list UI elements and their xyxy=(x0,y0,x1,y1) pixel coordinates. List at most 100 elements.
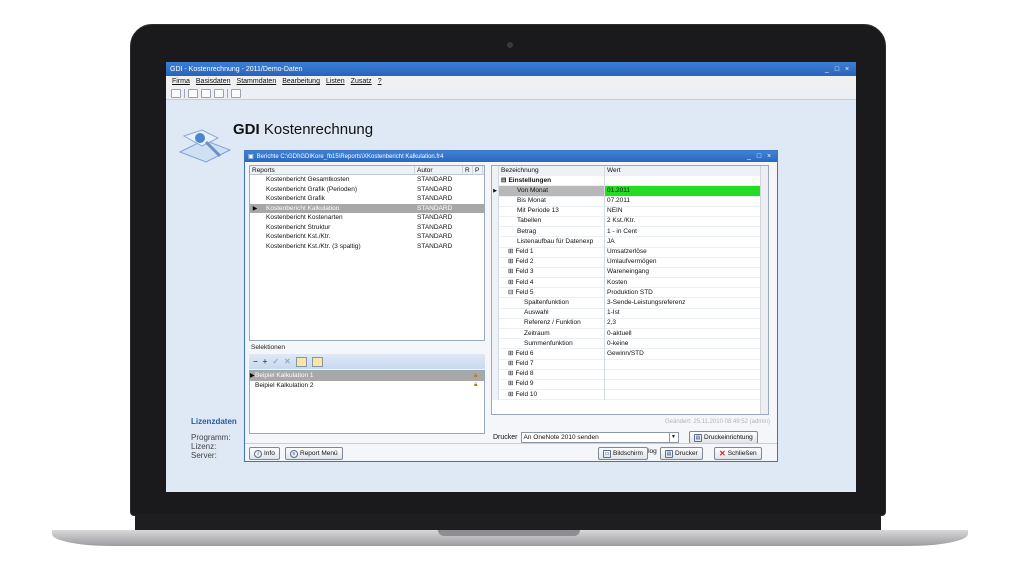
property-value[interactable] xyxy=(605,390,768,400)
expander-icon[interactable]: ⊞ xyxy=(508,391,513,398)
property-value[interactable]: Umsatzerlöse xyxy=(605,247,768,257)
property-value[interactable]: NEIN xyxy=(605,206,768,216)
property-value[interactable]: Gewinn/STD xyxy=(605,349,768,359)
bildschirm-button[interactable]: ▭ Bildschirm xyxy=(598,447,648,460)
dialog-close-button[interactable]: × xyxy=(764,153,774,160)
property-value[interactable]: 3-Sende-Leistungsreferenz xyxy=(605,298,768,308)
report-menu-button[interactable]: ≡ Report Menü xyxy=(285,447,343,460)
report-row[interactable]: ▶ Kostenbericht Kalkulation STANDARD xyxy=(250,203,484,213)
property-value[interactable] xyxy=(605,176,768,186)
expander-icon[interactable]: ⊞ xyxy=(508,350,513,357)
confirm-icon[interactable]: ✓ xyxy=(272,357,279,366)
property-value[interactable]: 2 Kst./Ktr. xyxy=(605,216,768,226)
property-value[interactable]: Produktion STD xyxy=(605,288,768,298)
property-row[interactable]: ⊞ Feld 4 Kosten xyxy=(492,277,768,289)
toolbar-window-icon[interactable] xyxy=(214,88,224,98)
property-row[interactable]: ⊞ Feld 6 Gewinn/STD xyxy=(492,348,768,360)
property-row[interactable]: Spaltenfunktion 3-Sende-Leistungsreferenz xyxy=(492,297,768,309)
properties-scrollbar[interactable] xyxy=(760,166,768,414)
property-value[interactable]: 01.2011 xyxy=(605,185,768,197)
property-value[interactable]: 0-aktuell xyxy=(605,329,768,339)
menu-firma[interactable]: Firma xyxy=(172,78,190,85)
property-value[interactable]: Kosten xyxy=(605,278,768,288)
expander-icon[interactable]: ⊞ xyxy=(508,279,513,286)
property-value[interactable]: 0-keine xyxy=(605,339,768,349)
property-value[interactable]: 1-Ist xyxy=(605,308,768,318)
expander-icon[interactable]: ⊞ xyxy=(508,248,513,255)
report-row[interactable]: Kostenbericht Gesamtkosten STANDARD xyxy=(250,175,484,185)
add-icon[interactable]: + xyxy=(263,357,268,366)
dialog-maximize-button[interactable]: □ xyxy=(754,153,764,160)
menu-listen[interactable]: Listen xyxy=(326,78,345,85)
toolbar-new-icon[interactable] xyxy=(171,88,181,98)
toolbar-tools-icon[interactable] xyxy=(201,88,211,98)
menu-help[interactable]: ? xyxy=(378,78,382,85)
menu-bearbeitung[interactable]: Bearbeitung xyxy=(282,78,320,85)
property-row[interactable]: ⊞ Feld 9 xyxy=(492,379,768,391)
toolbar-save-icon[interactable] xyxy=(188,88,198,98)
selektion-row[interactable]: Beipiel Kalkulation 2 🔒︎ xyxy=(250,381,484,391)
dialog-minimize-button[interactable]: _ xyxy=(744,153,754,160)
report-row[interactable]: Kostenbericht Kostenarten STANDARD xyxy=(250,213,484,223)
property-value[interactable]: 07.2011 xyxy=(605,196,768,206)
property-row[interactable]: ⊞ Feld 7 xyxy=(492,359,768,370)
expander-icon[interactable]: ⊟ xyxy=(501,177,506,184)
menu-basisdaten[interactable]: Basisdaten xyxy=(196,78,231,85)
property-row[interactable]: ⊞ Feld 10 xyxy=(492,389,768,401)
report-row[interactable]: Kostenbericht Kst./Ktr. STANDARD xyxy=(250,232,484,242)
property-row[interactable]: ▶ Von Monat 01.2011 xyxy=(492,185,768,197)
expander-icon[interactable]: ⊞ xyxy=(508,380,513,387)
expander-icon[interactable]: ⊞ xyxy=(508,268,513,275)
property-value[interactable]: Umlaufvermögen xyxy=(605,257,768,267)
property-row[interactable]: ⊞ Feld 8 xyxy=(492,369,768,380)
expander-icon[interactable]: ⊟ xyxy=(508,289,513,296)
drucker-button[interactable]: ▤ Drucker xyxy=(660,447,703,460)
col-wert[interactable]: Wert xyxy=(605,166,768,176)
col-autor[interactable]: Autor xyxy=(415,165,463,175)
property-row[interactable]: Auswahl 1-Ist xyxy=(492,308,768,319)
schliessen-button[interactable]: ✕ Schließen xyxy=(714,447,762,460)
property-row[interactable]: Betrag 1 - in Cent xyxy=(492,226,768,238)
menu-stammdaten[interactable]: Stammdaten xyxy=(237,78,277,85)
report-row[interactable]: Kostenbericht Kst./Ktr. (3 spaltig) STAND… xyxy=(250,242,484,252)
expander-icon[interactable]: ⊞ xyxy=(508,370,513,377)
col-bezeichnung[interactable]: Bezeichnung xyxy=(499,166,605,176)
property-value[interactable]: Wareneingang xyxy=(605,267,768,277)
property-row[interactable]: Mit Periode 13 NEIN xyxy=(492,206,768,217)
report-row[interactable]: Kostenbericht Grafik STANDARD xyxy=(250,194,484,204)
maximize-button[interactable]: □ xyxy=(832,66,842,73)
folder-save-icon[interactable] xyxy=(311,356,323,367)
info-button[interactable]: i Info xyxy=(249,447,280,460)
menu-zusatz[interactable]: Zusatz xyxy=(351,78,372,85)
property-row[interactable]: ⊞ Feld 2 Umlaufvermögen xyxy=(492,257,768,268)
property-row[interactable]: Referenz / Funktion 2,3 xyxy=(492,318,768,329)
property-value[interactable]: 2,3 xyxy=(605,318,768,328)
property-row[interactable]: ⊞ Feld 1 Umsatzerlöse xyxy=(492,247,768,258)
minimize-button[interactable]: _ xyxy=(822,66,832,73)
col-r[interactable]: R xyxy=(463,165,473,175)
property-row[interactable]: Zeitraum 0-aktuell xyxy=(492,328,768,340)
chevron-down-icon[interactable]: ▼ xyxy=(668,433,678,442)
property-value[interactable] xyxy=(605,379,768,389)
printer-select[interactable]: An OneNote 2010 senden ▼ xyxy=(520,432,679,443)
col-p[interactable]: P xyxy=(473,165,483,175)
report-row[interactable]: Kostenbericht Grafik (Perioden) STANDARD xyxy=(250,185,484,195)
close-button[interactable]: × xyxy=(842,66,852,73)
property-value[interactable] xyxy=(605,369,768,379)
property-row[interactable]: ⊟ Einstellungen xyxy=(492,175,768,187)
property-value[interactable] xyxy=(605,359,768,369)
expander-icon[interactable]: ⊞ xyxy=(508,360,513,367)
remove-icon[interactable]: − xyxy=(253,357,258,366)
report-row[interactable]: Kostenbericht Struktur STANDARD xyxy=(250,223,484,233)
property-value[interactable]: JA xyxy=(605,237,768,247)
property-row[interactable]: ⊟ Feld 5 Produktion STD xyxy=(492,287,768,299)
expander-icon[interactable]: ⊞ xyxy=(508,258,513,265)
property-row[interactable]: Summenfunktion 0-keine xyxy=(492,338,768,350)
property-row[interactable]: Tabellen 2 Kst./Ktr. xyxy=(492,216,768,228)
property-row[interactable]: Bis Monat 07.2011 xyxy=(492,196,768,207)
property-row[interactable]: Listenaufbau für Datenexp JA xyxy=(492,236,768,248)
property-value[interactable]: 1 - in Cent xyxy=(605,227,768,237)
selektion-row[interactable]: ▶ Beipiel Kalkulation 1 🔒︎ xyxy=(250,371,484,381)
col-reports[interactable]: Reports xyxy=(250,165,415,175)
property-row[interactable]: ⊞ Feld 3 Wareneingang xyxy=(492,267,768,279)
